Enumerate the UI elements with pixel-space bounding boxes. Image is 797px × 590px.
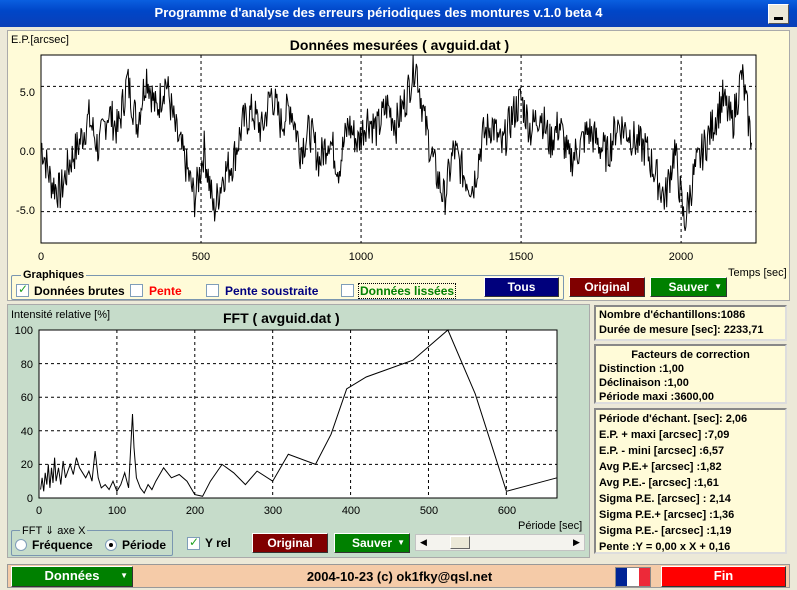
pente-soustraite-label: Pente soustraite: [225, 284, 319, 298]
correction-box: Facteurs de correction Distinction :1,00…: [594, 344, 787, 404]
fft-x-tick-label: 200: [186, 505, 204, 517]
top-x-tick-label: 1000: [349, 251, 373, 263]
top-sauver-button[interactable]: Sauver ▼: [650, 277, 727, 297]
donnees-lissees-checkbox[interactable]: [341, 284, 354, 297]
fft-x-tick-label: 500: [420, 505, 438, 517]
fft-chart-panel: Intensité relative [%] FFT ( avguid.dat …: [7, 304, 590, 558]
declinaison-value: Déclinaison :1,00: [599, 377, 689, 389]
stat-line: E.P. + maxi [arcsec] :7,09: [599, 429, 730, 441]
top-chart-x-ticks: 0 500 1000 1500 2000: [38, 251, 693, 263]
french-flag-icon[interactable]: [615, 567, 651, 587]
top-sauver-label: Sauver: [668, 280, 709, 294]
fft-y-tick-label: 20: [21, 459, 33, 471]
fft-x-tick-label: 0: [36, 505, 42, 517]
scroll-left-icon[interactable]: ◀: [416, 535, 431, 550]
yrel-label: Y rel: [205, 536, 231, 550]
fft-x-tick-label: 600: [498, 505, 516, 517]
fft-chart: 100 80 60 40 20 0 0 100 200 300 400 500 …: [15, 325, 558, 517]
frequence-label: Fréquence: [32, 538, 93, 552]
flag-stripe: [638, 568, 650, 586]
flag-stripe: [616, 568, 628, 586]
duree-mesure: Durée de mesure [sec]: 2233,71: [599, 324, 764, 336]
pente-label: Pente: [149, 284, 182, 298]
top-y-tick-label: -5.0: [16, 205, 35, 217]
fft-original-button[interactable]: Original: [252, 533, 328, 553]
tous-button[interactable]: Tous: [484, 277, 559, 297]
fin-button[interactable]: Fin: [661, 566, 786, 587]
fft-y-tick-label: 60: [21, 392, 33, 404]
pente-checkbox[interactable]: [130, 284, 143, 297]
top-original-button[interactable]: Original: [569, 277, 645, 297]
stat-line: E.P. - mini [arcsec] :6,57: [599, 445, 725, 457]
sample-info-box: Nombre d'échantillons:1086 Durée de mesu…: [594, 305, 787, 341]
periode-maxi-value: Période maxi :3600,00: [599, 391, 714, 403]
fft-y-tick-label: 100: [15, 325, 33, 337]
fft-y-tick-label: 40: [21, 426, 33, 438]
dropdown-arrow-icon: ▼: [714, 282, 722, 291]
fft-zoom-scrollbar[interactable]: ◀ ▶: [415, 534, 585, 551]
top-chart-y-ticks: 5.0 0.0 -5.0: [16, 87, 35, 217]
fft-axis-label: FFT ⇓ axe X: [20, 524, 88, 537]
top-y-tick-label: 5.0: [20, 87, 35, 99]
scroll-thumb[interactable]: [450, 536, 470, 549]
graphiques-label: Graphiques: [21, 269, 87, 281]
fft-y-tick-label: 80: [21, 359, 33, 371]
frequence-radio[interactable]: [15, 539, 27, 551]
minimize-button[interactable]: [768, 4, 789, 24]
top-x-tick-label: 1500: [509, 251, 533, 263]
donnees-brutes-label: Données brutes: [34, 284, 125, 298]
flag-stripe: [627, 568, 639, 586]
donnees-label: Données: [44, 568, 100, 583]
stat-line: Sigma P.E.+ [arcsec] :1,36: [599, 509, 735, 521]
window-title: Programme d'analyse des erreurs périodiq…: [154, 5, 603, 20]
minimize-icon: [774, 17, 783, 20]
stat-line: Avg P.E.- [arcsec] :1,61: [599, 477, 719, 489]
top-x-tick-label: 0: [38, 251, 44, 263]
fft-chart-y-ticks: 100 80 60 40 20 0: [15, 325, 33, 505]
top-chart-xlabel: Temps [sec]: [728, 267, 787, 279]
fft-x-tick-label: 400: [342, 505, 360, 517]
stat-line: Sigma P.E. [arcsec] : 2,14: [599, 493, 731, 505]
top-chart-panel: E.P.[arcsec] Données mesurées ( avguid.d…: [7, 30, 790, 301]
fft-x-tick-label: 100: [108, 505, 126, 517]
donnees-lissees-label: Données lissées: [358, 283, 457, 299]
stat-line: Pente :Y = 0,00 x X + 0,16: [599, 541, 731, 553]
top-x-tick-label: 500: [192, 251, 210, 263]
stat-line: Sigma P.E.- [arcsec] :1,19: [599, 525, 732, 537]
dropdown-arrow-icon: ▼: [120, 571, 128, 580]
periode-radio[interactable]: [105, 539, 117, 551]
distinction-value: Distinction :1,00: [599, 363, 684, 375]
fft-y-tick-label: 0: [27, 493, 33, 505]
fft-chart-xlabel: Période [sec]: [518, 520, 583, 532]
top-x-tick-label: 2000: [669, 251, 693, 263]
nb-echantillons: Nombre d'échantillons:1086: [599, 309, 746, 321]
dropdown-arrow-icon: ▼: [397, 538, 405, 547]
title-bar: Programme d'analyse des erreurs périodiq…: [0, 0, 797, 27]
pente-soustraite-checkbox[interactable]: [206, 284, 219, 297]
stats-box: Période d'échant. [sec]: 2,06 E.P. + max…: [594, 408, 787, 554]
periode-label: Période: [122, 538, 167, 552]
donnees-menu-button[interactable]: Données ▼: [11, 566, 133, 587]
top-y-tick-label: 0.0: [20, 146, 35, 158]
fft-x-tick-label: 300: [264, 505, 282, 517]
top-chart: 5.0 0.0 -5.0 0 500 1000 1500 2000: [16, 54, 757, 263]
correction-title: Facteurs de correction: [631, 349, 750, 361]
stat-line: Période d'échant. [sec]: 2,06: [599, 413, 748, 425]
stat-line: Avg P.E.+ [arcsec] :1,82: [599, 461, 722, 473]
yrel-checkbox[interactable]: [187, 535, 200, 550]
fft-sauver-label: Sauver: [351, 536, 393, 550]
donnees-brutes-checkbox[interactable]: [16, 282, 29, 297]
fft-sauver-button[interactable]: Sauver ▼: [334, 533, 410, 553]
scroll-right-icon[interactable]: ▶: [569, 535, 584, 550]
fft-chart-x-ticks: 0 100 200 300 400 500 600: [36, 505, 516, 517]
